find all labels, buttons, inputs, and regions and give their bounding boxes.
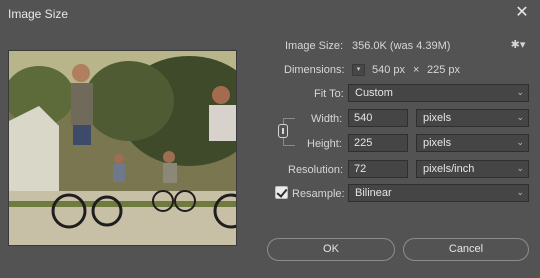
- resolution-unit-select[interactable]: pixels/inch ⌄: [416, 160, 529, 178]
- close-icon[interactable]: ✕: [512, 3, 532, 23]
- cancel-button[interactable]: Cancel: [403, 238, 529, 261]
- chevron-down-icon: ⌄: [516, 112, 524, 122]
- height-input[interactable]: [348, 134, 408, 152]
- width-label: Width:: [311, 113, 343, 125]
- image-preview: [8, 50, 237, 246]
- resolution-label: Resolution:: [288, 164, 344, 176]
- dimensions-unit-icon[interactable]: ▾: [352, 64, 365, 76]
- image-size-label: Image Size:: [285, 40, 344, 52]
- chain-link-icon[interactable]: [278, 124, 288, 138]
- resample-value: Bilinear: [355, 187, 392, 199]
- chevron-down-icon: ⌄: [516, 137, 524, 147]
- chevron-down-icon: ⌄: [516, 87, 524, 97]
- resample-select[interactable]: Bilinear ⌄: [348, 184, 529, 202]
- title-bar: Image Size ✕: [0, 0, 540, 28]
- fit-to-value: Custom: [355, 87, 393, 99]
- dimensions-height-value: 225 px: [427, 64, 461, 76]
- resolution-input[interactable]: [348, 160, 408, 178]
- width-unit-select[interactable]: pixels ⌄: [416, 109, 529, 127]
- dimensions-label: Dimensions:: [284, 64, 345, 76]
- resample-checkbox[interactable]: [275, 186, 288, 199]
- resample-label: Resample:: [292, 188, 345, 200]
- chevron-down-icon: ⌄: [516, 163, 524, 173]
- dialog-title: Image Size: [8, 7, 69, 21]
- fit-to-label: Fit To:: [314, 88, 344, 100]
- fit-to-select[interactable]: Custom ⌄: [348, 84, 529, 102]
- height-label: Height:: [307, 138, 342, 150]
- chevron-down-icon: ⌄: [516, 187, 524, 197]
- gear-icon[interactable]: ✱▾: [510, 38, 526, 52]
- height-unit-value: pixels: [423, 137, 452, 149]
- image-size-value: 356.0K (was 4.39M): [352, 40, 451, 52]
- width-input[interactable]: [348, 109, 408, 127]
- width-unit-value: pixels: [423, 112, 452, 124]
- dimensions-width-value: 540 px: [372, 64, 406, 76]
- height-unit-select[interactable]: pixels ⌄: [416, 134, 529, 152]
- ok-button[interactable]: OK: [267, 238, 395, 261]
- resolution-unit-value: pixels/inch: [423, 163, 475, 175]
- dimensions-times: ×: [413, 64, 420, 76]
